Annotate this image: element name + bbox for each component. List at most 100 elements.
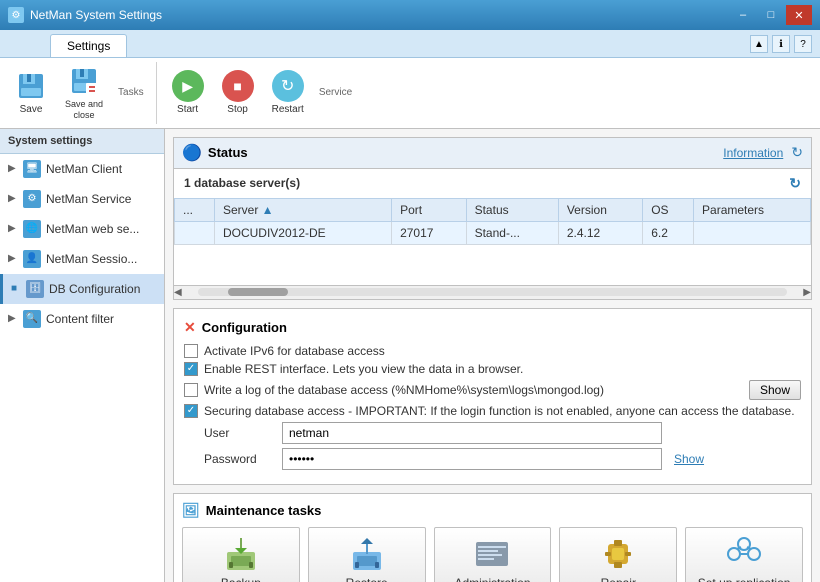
netman-service-icon: ⚙ xyxy=(22,189,42,209)
tab-info[interactable]: ℹ xyxy=(772,35,790,53)
cell-num xyxy=(175,221,215,244)
window-title: NetMan System Settings xyxy=(30,8,162,22)
tab-scroll-up[interactable]: ▲ xyxy=(750,35,768,53)
close-button[interactable]: ✕ xyxy=(786,5,812,25)
table-row[interactable]: DOCUDIV2012-DE 27017 Stand-... 2.4.12 6.… xyxy=(175,221,811,244)
scroll-track[interactable] xyxy=(198,288,788,296)
db-table-container: ... Server ▲ Port Status Version OS Para… xyxy=(174,198,811,245)
toolbar: Save Save andclose Tasks ▶ xyxy=(0,58,820,129)
administration-icon xyxy=(472,536,512,572)
repair-button[interactable]: Repair xyxy=(559,527,677,582)
maximize-button[interactable]: □ xyxy=(758,5,784,25)
service-label: Service xyxy=(319,87,352,98)
show-log-button[interactable]: Show xyxy=(749,380,801,400)
tab-settings[interactable]: Settings xyxy=(50,34,127,57)
backup-button[interactable]: Backup xyxy=(182,527,300,582)
sidebar-item-netman-service[interactable]: ▶ ⚙ NetMan Service xyxy=(0,184,164,214)
table-spacer xyxy=(174,245,811,285)
title-bar: ⚙ NetMan System Settings – □ ✕ xyxy=(0,0,820,30)
cell-status: Stand-... xyxy=(466,221,558,244)
show-password-link[interactable]: Show xyxy=(674,452,704,466)
sidebar-item-content-filter[interactable]: ▶ 🔍 Content filter xyxy=(0,304,164,334)
cell-port: 27017 xyxy=(392,221,467,244)
save-close-button[interactable]: Save andclose xyxy=(58,62,110,124)
db-config-icon: 🗄 xyxy=(25,279,45,299)
app-icon: ⚙ xyxy=(8,7,24,23)
db-count: 1 database server(s) xyxy=(184,176,300,190)
expand-icon: ▶ xyxy=(8,163,18,174)
backup-label: Backup xyxy=(221,576,261,582)
db-count-row: 1 database server(s) ↻ xyxy=(174,169,811,198)
status-title: 🔵 Status xyxy=(182,143,248,163)
horizontal-scrollbar[interactable]: ◀ ▶ xyxy=(174,285,811,299)
password-field-row: Password Show xyxy=(204,448,801,470)
netman-web-icon: 🌐 xyxy=(22,219,42,239)
tab-bar: Settings ▲ ℹ ? xyxy=(0,30,820,58)
col-header-num: ... xyxy=(175,198,215,221)
minimize-button[interactable]: – xyxy=(730,5,756,25)
tab-help[interactable]: ? xyxy=(794,35,812,53)
expand-icon: ▶ xyxy=(8,253,18,264)
save-close-icon xyxy=(68,65,100,97)
col-header-os: OS xyxy=(643,198,694,221)
start-button[interactable]: ▶ Start xyxy=(165,67,211,118)
configuration-section: ✕ Configuration Activate IPv6 for databa… xyxy=(173,308,812,485)
save-button[interactable]: Save xyxy=(8,67,54,118)
repair-label: Repair xyxy=(601,576,636,582)
sidebar-item-netman-web[interactable]: ▶ 🌐 NetMan web se... xyxy=(0,214,164,244)
cell-params xyxy=(694,221,811,244)
sidebar-item-label: NetMan Service xyxy=(46,192,131,206)
administration-button[interactable]: Administration xyxy=(434,527,552,582)
user-input[interactable] xyxy=(282,422,662,444)
restore-button[interactable]: Restore xyxy=(308,527,426,582)
task-buttons-row: Backup Restore xyxy=(182,527,803,582)
db-refresh-button[interactable]: ↻ xyxy=(789,175,801,192)
sidebar-item-netman-session[interactable]: ▶ 👤 NetMan Sessio... xyxy=(0,244,164,274)
scroll-left-btn[interactable]: ◀ xyxy=(174,287,182,298)
scroll-right-btn[interactable]: ▶ xyxy=(803,287,811,298)
col-header-server[interactable]: Server ▲ xyxy=(214,198,391,221)
administration-label: Administration xyxy=(454,576,530,582)
config-secure-row: Securing database access - IMPORTANT: If… xyxy=(184,404,801,418)
sidebar-item-db-config[interactable]: ■ 🗄 DB Configuration xyxy=(0,274,164,304)
window-controls: – □ ✕ xyxy=(730,5,812,25)
log-checkbox[interactable] xyxy=(184,383,198,397)
cell-version: 2.4.12 xyxy=(558,221,642,244)
sidebar-item-label: NetMan Sessio... xyxy=(46,252,137,266)
scroll-thumb[interactable] xyxy=(228,288,288,296)
col-header-version: Version xyxy=(558,198,642,221)
cell-server: DOCUDIV2012-DE xyxy=(214,221,391,244)
stop-button[interactable]: ■ Stop xyxy=(215,67,261,118)
expand-icon: ▶ xyxy=(8,313,18,324)
password-label: Password xyxy=(204,452,274,466)
toolbar-service-group: ▶ Start ■ Stop ↻ Restart Service xyxy=(165,62,365,124)
netman-client-icon: 🖥 xyxy=(22,159,42,179)
sidebar-item-label: DB Configuration xyxy=(49,282,140,296)
user-field-row: User xyxy=(204,422,801,444)
rest-checkbox[interactable] xyxy=(184,362,198,376)
sidebar-item-label: NetMan Client xyxy=(46,162,122,176)
status-actions: Information ↻ xyxy=(723,144,803,161)
restore-icon xyxy=(347,536,387,572)
save-label: Save xyxy=(20,104,43,115)
toolbar-tasks-group: Save Save andclose Tasks xyxy=(8,62,157,124)
ipv6-checkbox[interactable] xyxy=(184,344,198,358)
ipv6-label: Activate IPv6 for database access xyxy=(204,344,385,358)
maintenance-title: 🖼 Maintenance tasks xyxy=(182,502,803,519)
restart-icon: ↻ xyxy=(272,70,304,102)
config-title: ✕ Configuration xyxy=(184,319,801,336)
secure-checkbox[interactable] xyxy=(184,404,198,418)
replication-button[interactable]: Set up replication xyxy=(685,527,803,582)
password-input[interactable] xyxy=(282,448,662,470)
restart-button[interactable]: ↻ Restart xyxy=(265,67,311,118)
config-ipv6-row: Activate IPv6 for database access xyxy=(184,344,801,358)
expand-icon: ■ xyxy=(11,283,21,294)
db-table: ... Server ▲ Port Status Version OS Para… xyxy=(174,198,811,245)
config-icon: ✕ xyxy=(184,319,196,336)
sidebar-item-netman-client[interactable]: ▶ 🖥 NetMan Client xyxy=(0,154,164,184)
rest-label: Enable REST interface. Lets you view the… xyxy=(204,362,523,376)
repair-icon xyxy=(598,536,638,572)
user-label: User xyxy=(204,426,274,440)
refresh-button[interactable]: ↻ xyxy=(791,144,803,161)
information-link[interactable]: Information xyxy=(723,146,783,160)
